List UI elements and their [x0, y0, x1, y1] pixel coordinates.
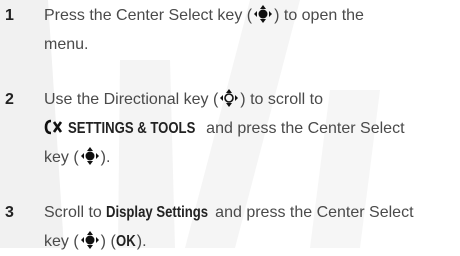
- step-text: Scroll to Display Settings and press the…: [44, 198, 452, 256]
- step-text-fragment: key (: [44, 233, 79, 250]
- step-text-fragment: ) to scroll to: [240, 91, 323, 108]
- center-select-key-icon: [80, 231, 99, 249]
- settings-tools-label: SETTINGS & TOOLS: [68, 120, 196, 137]
- step-text: Press the Center Select key ( ) to open …: [44, 1, 452, 59]
- step-number: 2: [5, 91, 14, 108]
- center-select-key-icon: [80, 147, 99, 165]
- settings-tools-icon: [44, 119, 63, 135]
- step-text-fragment: Use the Directional key (: [44, 91, 219, 108]
- step-text-fragment: menu.: [44, 36, 89, 53]
- step-text: Use the Directional key ( ) to scroll to…: [44, 85, 452, 172]
- step-text-fragment: Scroll to: [44, 204, 107, 221]
- step-number: 3: [5, 204, 14, 221]
- center-select-key-icon: [254, 5, 273, 23]
- step-text-fragment: key (: [44, 149, 79, 166]
- display-settings-label: Display Settings: [106, 204, 209, 221]
- step-text-fragment: Press the Center Select key (: [44, 7, 253, 24]
- step-text-fragment: ).: [100, 149, 111, 166]
- step-number: 1: [5, 7, 14, 24]
- step-text-fragment: ) (: [100, 233, 116, 250]
- step-text-fragment: ).: [136, 233, 147, 250]
- step-text-fragment: and press the Center Select: [201, 120, 405, 137]
- step-text-fragment: ) to open the: [274, 7, 364, 24]
- ok-softkey-label: OK: [115, 233, 136, 250]
- step-text-fragment: and press the Center Select: [210, 204, 414, 221]
- directional-key-icon: [220, 89, 239, 107]
